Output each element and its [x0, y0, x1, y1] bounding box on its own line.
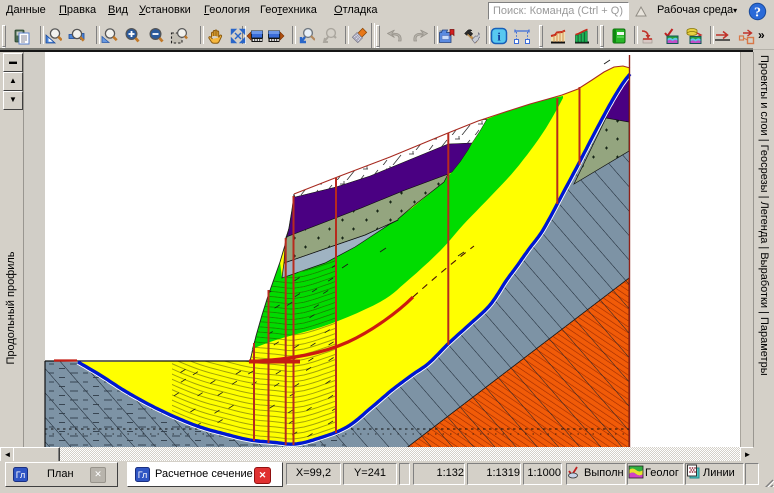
- svg-text:Гл: Гл: [16, 470, 26, 480]
- svg-text:Гл: Гл: [138, 470, 148, 480]
- svg-text:?: ?: [754, 6, 761, 21]
